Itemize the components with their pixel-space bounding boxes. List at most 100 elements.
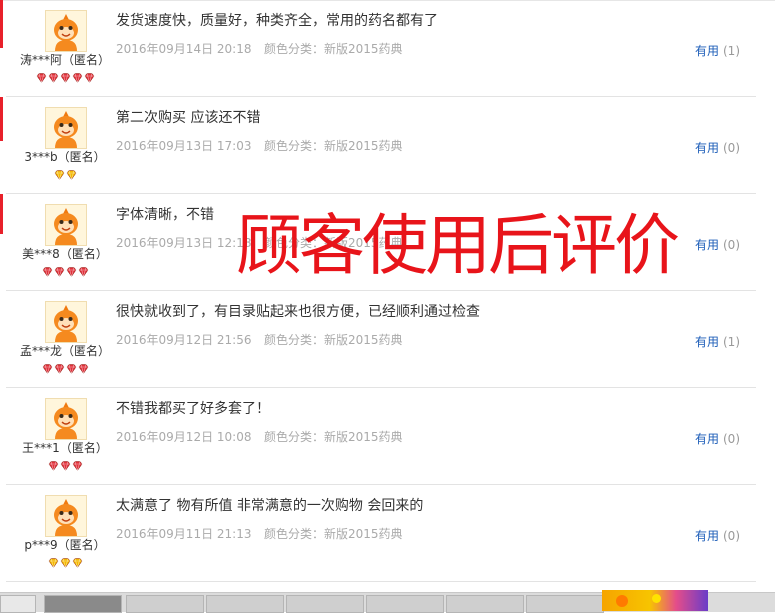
review-item: 涛***阿（匿名） 发货速度快，质量好，种类齐全，常用的药名都有了 2016年09月… [6, 0, 756, 97]
useful-button[interactable]: 有用 (0) [695, 139, 740, 156]
anonymous-tag: （匿名） [57, 538, 106, 552]
reviewer-name: 孟***龙（匿名） [6, 342, 124, 359]
review-text: 发货速度快，质量好，种类齐全，常用的药名都有了 [116, 13, 438, 29]
reviewer-nickname: 3***b [24, 150, 58, 164]
red-heart-diamond-icon [72, 461, 83, 471]
reviewer-nickname: p***9 [24, 538, 58, 552]
useful-button[interactable]: 有用 (0) [695, 430, 740, 447]
useful-count: (0) [723, 432, 740, 446]
thumbnail[interactable] [526, 595, 604, 613]
thumbnail[interactable] [366, 595, 444, 613]
red-heart-diamond-icon [60, 461, 71, 471]
red-heart-diamond-icon [84, 73, 95, 83]
promo-overlay-text: 顾客使用后评价 [236, 207, 680, 284]
useful-label[interactable]: 有用 [695, 141, 719, 155]
useful-label[interactable]: 有用 [695, 238, 719, 252]
reviewer-name: 涛***阿（匿名） [6, 51, 124, 68]
review-item: 3***b（匿名） 第二次购买 应该还不错 2016年09月13日 17:03 颜色分… [6, 97, 756, 194]
gold-diamond-icon [72, 558, 83, 568]
useful-button[interactable]: 有用 (1) [695, 333, 740, 350]
avatar[interactable] [45, 107, 87, 149]
gold-diamond-icon [60, 558, 71, 568]
review-content: 发货速度快，质量好，种类齐全，常用的药名都有了 2016年09月14日 20:18… [116, 11, 636, 57]
reviewer-nickname: 王***1 [22, 441, 60, 455]
review-item: p***9（匿名） 太满意了 物有所值 非常满意的一次购物 会回来的 2016年09… [6, 485, 756, 582]
useful-label[interactable]: 有用 [695, 529, 719, 543]
reviewer-name: 3***b（匿名） [6, 148, 124, 165]
reviewer-info: 3***b（匿名） [6, 97, 114, 193]
review-date: 2016年09月11日 21:13 [116, 527, 252, 541]
red-heart-diamond-icon [78, 364, 89, 374]
left-accent-bar [0, 97, 3, 141]
reviewer-info: p***9（匿名） [6, 485, 114, 581]
review-meta: 2016年09月12日 21:56 颜色分类：新版2015药典 [116, 331, 636, 348]
product-variant: 颜色分类：新版2015药典 [264, 333, 403, 347]
sun-icon [616, 595, 628, 607]
review-item: 孟***龙（匿名） 很快就收到了，有目录贴起来也很方便，已经顺利通过检查 2016年… [6, 291, 756, 388]
thumbnail[interactable] [286, 595, 364, 613]
buyer-level-badge [6, 461, 124, 473]
buyer-level-badge [6, 364, 124, 376]
gold-diamond-icon [66, 170, 77, 180]
anonymous-tag: （匿名） [59, 247, 108, 261]
reviewer-info: 涛***阿（匿名） [6, 0, 114, 96]
thumbnail[interactable] [206, 595, 284, 613]
useful-label[interactable]: 有用 [695, 44, 719, 58]
red-heart-diamond-icon [54, 267, 65, 277]
product-variant: 颜色分类：新版2015药典 [264, 430, 403, 444]
thumbnail[interactable] [0, 595, 36, 613]
reviewer-nickname: 孟***龙 [19, 344, 62, 358]
red-heart-diamond-icon [42, 267, 53, 277]
thumbnail[interactable] [126, 595, 204, 613]
useful-count: (0) [723, 529, 740, 543]
reviewer-nickname: 美***8 [22, 247, 60, 261]
red-heart-diamond-icon [48, 461, 59, 471]
red-heart-diamond-icon [66, 364, 77, 374]
reviewer-info: 王***1（匿名） [6, 388, 114, 484]
useful-count: (1) [723, 44, 740, 58]
review-text: 第二次购买 应该还不错 [116, 110, 261, 126]
review-content: 太满意了 物有所值 非常满意的一次购物 会回来的 2016年09月11日 21:1… [116, 496, 636, 542]
review-date: 2016年09月13日 17:03 [116, 139, 252, 153]
review-content: 第二次购买 应该还不错 2016年09月13日 17:03 颜色分类：新版2015药… [116, 108, 636, 154]
avatar[interactable] [45, 204, 87, 246]
review-meta: 2016年09月13日 17:03 颜色分类：新版2015药典 [116, 137, 636, 154]
useful-button[interactable]: 有用 (1) [695, 42, 740, 59]
gold-diamond-icon [54, 170, 65, 180]
thumbnail[interactable] [446, 595, 524, 613]
buyer-level-badge [6, 558, 124, 570]
anonymous-tag: （匿名） [59, 441, 108, 455]
product-variant: 颜色分类：新版2015药典 [264, 527, 403, 541]
buyer-level-badge [6, 170, 124, 182]
review-text: 太满意了 物有所值 非常满意的一次购物 会回来的 [116, 498, 424, 514]
useful-button[interactable]: 有用 (0) [695, 236, 740, 253]
buyer-level-badge [6, 73, 124, 85]
reviewer-info: 美***8（匿名） [6, 194, 114, 290]
red-heart-diamond-icon [54, 364, 65, 374]
anonymous-tag: （匿名） [57, 150, 106, 164]
avatar[interactable] [45, 398, 87, 440]
red-heart-diamond-icon [42, 364, 53, 374]
review-text: 不错我都买了好多套了！ [116, 401, 270, 417]
useful-label[interactable]: 有用 [695, 335, 719, 349]
thumbnail[interactable] [44, 595, 122, 613]
red-heart-diamond-icon [48, 73, 59, 83]
sun-icon [652, 594, 661, 603]
review-date: 2016年09月14日 20:18 [116, 42, 252, 56]
buyer-level-badge [6, 267, 124, 279]
red-heart-diamond-icon [78, 267, 89, 277]
useful-label[interactable]: 有用 [695, 432, 719, 446]
red-heart-diamond-icon [36, 73, 47, 83]
red-heart-diamond-icon [72, 73, 83, 83]
anonymous-tag: （匿名） [62, 53, 111, 67]
promo-banner-thumbnail[interactable] [602, 590, 708, 611]
avatar[interactable] [45, 10, 87, 52]
review-text: 很快就收到了，有目录贴起来也很方便，已经顺利通过检查 [116, 304, 480, 320]
red-heart-diamond-icon [60, 73, 71, 83]
red-heart-diamond-icon [66, 267, 77, 277]
avatar[interactable] [45, 301, 87, 343]
avatar[interactable] [45, 495, 87, 537]
product-variant: 颜色分类：新版2015药典 [264, 42, 403, 56]
reviewer-name: 王***1（匿名） [6, 439, 124, 456]
useful-button[interactable]: 有用 (0) [695, 527, 740, 544]
